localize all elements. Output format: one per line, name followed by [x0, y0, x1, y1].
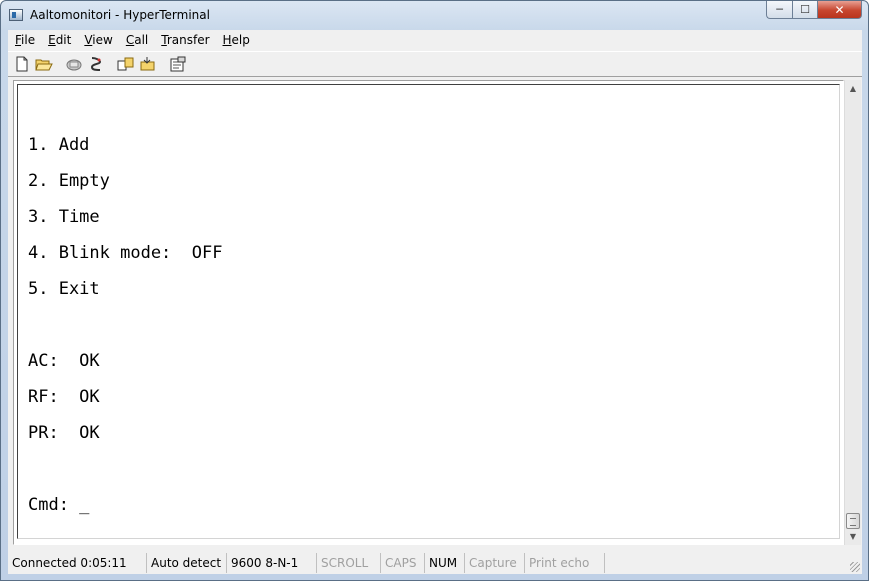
- terminal-screen[interactable]: 1. Add 2. Empty 3. Time 4. Blink mode: O…: [17, 84, 840, 539]
- maximize-button[interactable]: ☐: [792, 1, 818, 19]
- minimize-button[interactable]: ─: [766, 1, 792, 19]
- scroll-thumb[interactable]: [846, 513, 860, 529]
- status-connected: Connected 0:05:11: [8, 553, 147, 573]
- hyperterminal-app-icon[interactable]: [9, 9, 23, 21]
- status-capture: Capture: [465, 553, 525, 573]
- status-bar: Connected 0:05:11 Auto detect 9600 8-N-1…: [8, 552, 862, 574]
- terminal-line: RF: OK: [28, 387, 100, 407]
- disconnect-icon[interactable]: [87, 55, 105, 73]
- vertical-scrollbar[interactable]: ▲ ▼: [844, 80, 861, 545]
- terminal-line: 5. Exit: [28, 279, 100, 299]
- new-icon[interactable]: [13, 55, 31, 73]
- properties-icon[interactable]: [169, 55, 187, 73]
- status-scroll: SCROLL: [317, 553, 381, 573]
- send-icon[interactable]: [117, 55, 135, 73]
- terminal-prompt: Cmd: _: [28, 495, 90, 515]
- terminal-line: 3. Time: [28, 207, 100, 227]
- hyperterminal-window: Aaltomonitori - HyperTerminal ─ ☐ ✕ File…: [0, 0, 869, 581]
- terminal-line: 2. Empty: [28, 171, 110, 191]
- terminal-frame: 1. Add 2. Empty 3. Time 4. Blink mode: O…: [13, 80, 844, 545]
- close-icon: ✕: [834, 2, 845, 17]
- minimize-icon: ─: [776, 3, 783, 16]
- menu-help[interactable]: Help: [216, 33, 256, 47]
- receive-icon[interactable]: [139, 55, 157, 73]
- menu-view[interactable]: View: [77, 33, 118, 47]
- connect-icon[interactable]: [65, 55, 83, 73]
- status-port-settings: 9600 8-N-1: [227, 553, 317, 573]
- arrow-up-icon: ▲: [849, 84, 857, 93]
- menu-bar: File Edit View Call Transfer Help: [8, 30, 862, 50]
- maximize-icon: ☐: [800, 3, 810, 16]
- close-button[interactable]: ✕: [818, 1, 862, 19]
- status-num: NUM: [425, 553, 465, 573]
- resize-grip-icon[interactable]: [850, 562, 860, 572]
- status-caps: CAPS: [381, 553, 425, 573]
- terminal-line: AC: OK: [28, 351, 100, 371]
- status-print-echo: Print echo: [525, 553, 605, 573]
- scroll-down-button[interactable]: ▼: [845, 528, 861, 545]
- menu-call[interactable]: Call: [119, 33, 154, 47]
- window-title: Aaltomonitori - HyperTerminal: [30, 8, 210, 22]
- status-detect: Auto detect: [147, 553, 227, 573]
- title-bar[interactable]: Aaltomonitori - HyperTerminal ─ ☐ ✕: [1, 1, 868, 30]
- terminal-line: 1. Add: [28, 135, 90, 155]
- terminal-line: PR: OK: [28, 423, 100, 443]
- toolbar: [8, 51, 862, 77]
- open-icon[interactable]: [35, 55, 53, 73]
- menu-transfer[interactable]: Transfer: [154, 33, 215, 47]
- menu-file[interactable]: File: [8, 33, 41, 47]
- menu-edit[interactable]: Edit: [41, 33, 77, 47]
- client-area: File Edit View Call Transfer Help 1. Add…: [8, 30, 862, 574]
- scroll-up-button[interactable]: ▲: [845, 80, 861, 97]
- arrow-down-icon: ▼: [849, 532, 857, 541]
- window-controls: ─ ☐ ✕: [766, 1, 862, 21]
- terminal-line: 4. Blink mode: OFF: [28, 243, 223, 263]
